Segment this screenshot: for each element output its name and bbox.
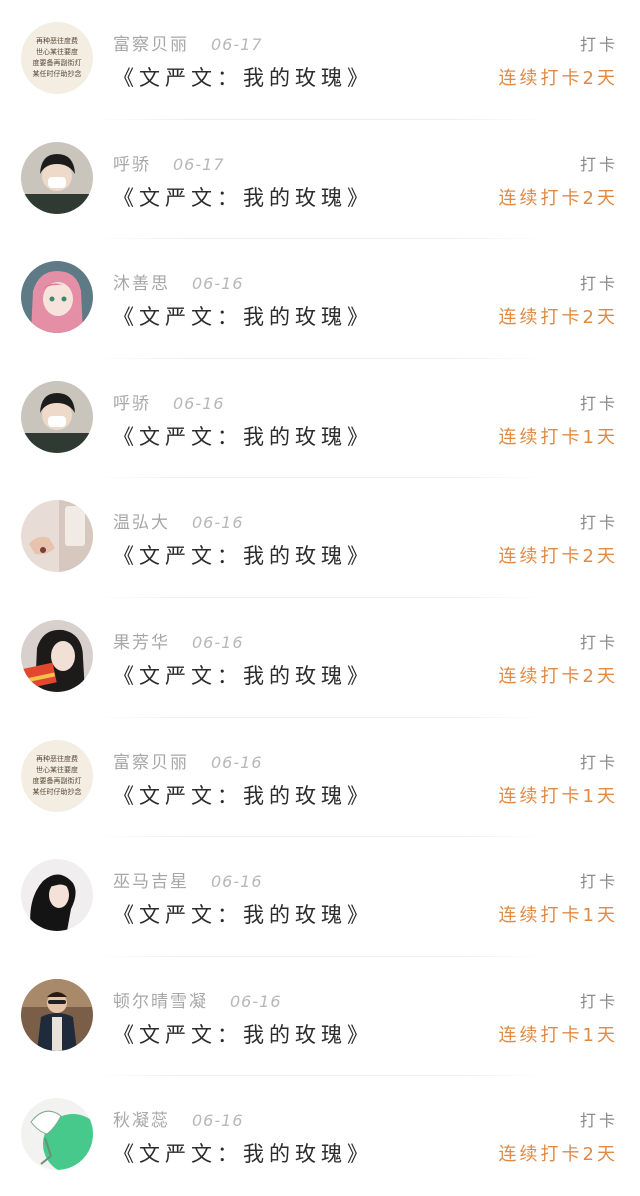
list-item[interactable]: 再种恶往度费 世心某往要度 度要备再副街灯 某任时仔助抄念 富察贝丽 06-17 … [0, 0, 640, 120]
avatar-note-line: 世心某往要度 [36, 765, 78, 774]
list-item[interactable]: 巫马吉星 06-16 《文严文：我的玫瑰》 打卡 连续打卡1天 [0, 837, 640, 957]
book-title[interactable]: 《文严文：我的玫瑰》 [113, 780, 373, 810]
post-date: 06-16 [230, 991, 282, 1011]
post-date: 06-16 [173, 393, 225, 413]
checkin-button[interactable]: 打卡 [580, 31, 618, 55]
post-date: 06-17 [173, 154, 225, 174]
book-title[interactable]: 《文严文：我的玫瑰》 [113, 1019, 373, 1049]
streak-label: 连续打卡2天 [498, 665, 618, 687]
avatar[interactable] [21, 859, 93, 932]
book-title[interactable]: 《文严文：我的玫瑰》 [113, 899, 373, 929]
user-name[interactable]: 富察贝丽 [113, 35, 189, 55]
checkin-button[interactable]: 打卡 [580, 390, 618, 414]
avatar[interactable]: 再种恶往度费 世心某往要度 度要备再副街灯 某任时仔助抄念 [21, 22, 93, 94]
post-date: 06-16 [192, 274, 244, 294]
post-date: 06-16 [192, 632, 244, 652]
checkin-button[interactable]: 打卡 [580, 151, 618, 175]
streak-label: 连续打卡1天 [498, 426, 618, 448]
streak-label: 连续打卡1天 [498, 785, 618, 807]
avatar-girl-dark-hair-icon [21, 859, 93, 932]
user-name[interactable]: 呼骄 [113, 394, 151, 414]
user-meta: 富察贝丽 06-16 [113, 748, 263, 773]
avatar[interactable]: 再种恶往度费 世心某往要度 度要备再副街灯 某任时仔助抄念 [21, 739, 93, 812]
streak-label: 连续打卡1天 [498, 905, 618, 927]
checkin-list: 再种恶往度费 世心某往要度 度要备再副街灯 某任时仔助抄念 富察贝丽 06-17 … [0, 0, 640, 1196]
streak-label: 连续打卡1天 [498, 1024, 618, 1046]
list-item[interactable]: 秋凝蕊 06-16 《文严文：我的玫瑰》 打卡 连续打卡2天 [0, 1076, 640, 1196]
user-meta: 顿尔晴雪凝 06-16 [113, 987, 282, 1012]
avatar-note-line: 某任时仔助抄念 [33, 787, 82, 796]
avatar-green-anime-icon [21, 1098, 93, 1171]
user-name[interactable]: 呼骄 [113, 155, 151, 175]
avatar-masked-boy-icon [21, 141, 93, 214]
user-meta: 巫马吉星 06-16 [113, 867, 263, 892]
user-name[interactable]: 沐善思 [113, 274, 170, 294]
checkin-button[interactable]: 打卡 [580, 868, 618, 892]
user-name[interactable]: 富察贝丽 [113, 753, 189, 773]
list-item[interactable]: 再种恶往度费 世心某往要度 度要备再副街灯 某任时仔助抄念 富察贝丽 06-16 … [0, 718, 640, 838]
list-item[interactable]: 温弘大 06-16 《文严文：我的玫瑰》 打卡 连续打卡2天 [0, 478, 640, 598]
list-item[interactable]: 果芳华 06-16 《文严文：我的玫瑰》 打卡 连续打卡2天 [0, 598, 640, 718]
streak-label: 连续打卡2天 [498, 68, 618, 89]
avatar-note-line: 度要备再副街灯 [33, 58, 82, 67]
list-item[interactable]: 呼骄 06-17 《文严文：我的玫瑰》 打卡 连续打卡2天 [0, 120, 640, 240]
book-title[interactable]: 《文严文：我的玫瑰》 [113, 1138, 373, 1168]
checkin-button[interactable]: 打卡 [580, 1107, 618, 1131]
checkin-button[interactable]: 打卡 [580, 749, 618, 773]
checkin-button[interactable]: 打卡 [580, 629, 618, 653]
avatar[interactable] [21, 1098, 93, 1171]
avatar-hand-photo-icon [21, 500, 93, 573]
checkin-button[interactable]: 打卡 [580, 509, 618, 533]
avatar[interactable] [21, 500, 93, 573]
avatar[interactable] [21, 380, 93, 453]
user-meta: 呼骄 06-16 [113, 389, 225, 414]
streak-label: 连续打卡2天 [498, 307, 618, 329]
user-name[interactable]: 温弘大 [113, 513, 170, 533]
post-date: 06-16 [192, 513, 244, 533]
post-date: 06-16 [211, 752, 263, 772]
streak-label: 连续打卡2天 [498, 187, 618, 209]
book-title[interactable]: 《文严文：我的玫瑰》 [113, 540, 373, 570]
post-date: 06-16 [211, 872, 263, 892]
avatar-girl-red-icon [21, 619, 93, 692]
avatar-note-line: 再种恶往度费 [36, 754, 78, 763]
list-item[interactable]: 沐善思 06-16 《文严文：我的玫瑰》 打卡 连续打卡2天 [0, 239, 640, 359]
avatar-text-note-icon: 再种恶往度费 世心某往要度 度要备再副街灯 某任时仔助抄念 [21, 22, 93, 94]
user-name[interactable]: 顿尔晴雪凝 [113, 992, 208, 1012]
user-meta: 富察贝丽 06-17 [113, 30, 263, 55]
user-name[interactable]: 秋凝蕊 [113, 1111, 170, 1131]
book-title[interactable]: 《文严文：我的玫瑰》 [113, 62, 373, 92]
streak-label: 连续打卡2天 [498, 546, 618, 568]
avatar-note-line: 度要备再副街灯 [33, 776, 82, 785]
post-date: 06-16 [192, 1111, 244, 1131]
user-meta: 沐善思 06-16 [113, 269, 244, 294]
book-title[interactable]: 《文严文：我的玫瑰》 [113, 421, 373, 451]
avatar-masked-boy-icon [21, 380, 93, 453]
user-meta: 秋凝蕊 06-16 [113, 1106, 244, 1131]
avatar[interactable] [21, 261, 93, 334]
book-title[interactable]: 《文严文：我的玫瑰》 [113, 182, 373, 212]
list-item[interactable]: 顿尔晴雪凝 06-16 《文严文：我的玫瑰》 打卡 连续打卡1天 [0, 957, 640, 1077]
user-name[interactable]: 巫马吉星 [113, 872, 189, 892]
avatar[interactable] [21, 619, 93, 692]
avatar-note-line: 再种恶往度费 [36, 36, 78, 45]
checkin-button[interactable]: 打卡 [580, 270, 618, 294]
book-title[interactable]: 《文严文：我的玫瑰》 [113, 660, 373, 690]
user-meta: 温弘大 06-16 [113, 508, 244, 533]
checkin-button[interactable]: 打卡 [580, 988, 618, 1012]
avatar-man-jacket-icon [21, 978, 93, 1051]
streak-label: 连续打卡2天 [498, 1144, 618, 1166]
list-item[interactable]: 呼骄 06-16 《文严文：我的玫瑰》 打卡 连续打卡1天 [0, 359, 640, 479]
avatar[interactable] [21, 978, 93, 1051]
user-meta: 果芳华 06-16 [113, 628, 244, 653]
user-meta: 呼骄 06-17 [113, 150, 225, 175]
avatar[interactable] [21, 141, 93, 214]
avatar-note-line: 某任时仔助抄念 [33, 69, 82, 78]
user-name[interactable]: 果芳华 [113, 633, 170, 653]
post-date: 06-17 [211, 35, 263, 54]
avatar-pink-hair-anime-icon [21, 261, 93, 334]
avatar-text-note-icon: 再种恶往度费 世心某往要度 度要备再副街灯 某任时仔助抄念 [21, 739, 93, 812]
avatar-note-line: 世心某往要度 [36, 47, 78, 56]
book-title[interactable]: 《文严文：我的玫瑰》 [113, 301, 373, 331]
